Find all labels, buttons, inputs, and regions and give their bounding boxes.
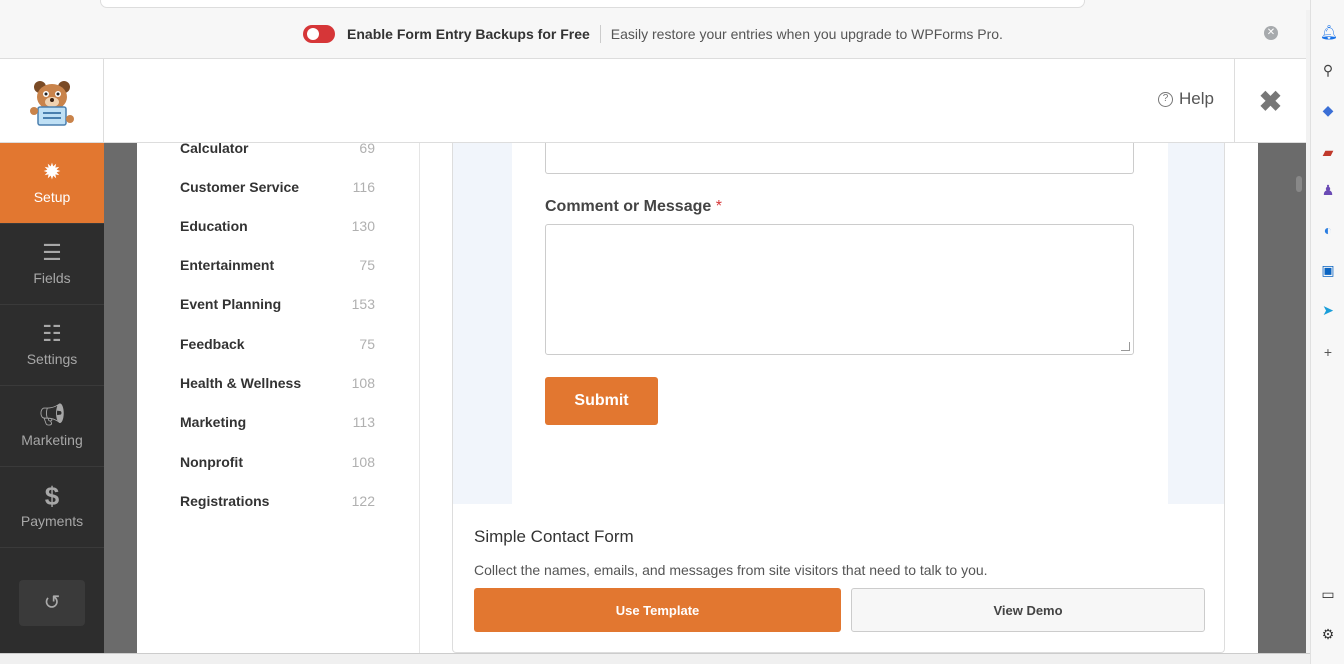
comment-field-label-text: Comment or Message [545,198,712,215]
category-count: 75 [359,336,375,352]
category-name: Feedback [180,336,245,352]
category-item[interactable]: Feedback 75 [180,336,380,352]
category-count: 108 [351,454,375,470]
sidebar-item-label: Fields [33,270,71,286]
help-label: Help [1179,89,1214,108]
settings-gear-icon[interactable]: ⚙ [1320,626,1336,642]
sidebar-item-label: Setup [33,189,71,205]
category-item[interactable]: Marketing 113 [180,414,380,430]
category-name: Calculator [180,140,249,156]
category-name: Education [180,218,248,234]
add-icon[interactable]: + [1320,344,1336,360]
category-name: Nonprofit [180,454,243,470]
address-bar-edge [100,0,1085,8]
browser-top-bar [0,0,1310,10]
category-item[interactable]: Calculator 69 [180,140,380,156]
people-icon[interactable]: ♟ [1320,182,1336,198]
search-icon[interactable]: ⚲ [1320,62,1336,78]
category-count: 113 [352,414,375,430]
modal-overlay-left [104,143,137,653]
sliders-icon: ☷ [42,321,62,346]
banner-divider [599,25,601,43]
sidebar-item-marketing[interactable]: 📢︎ Marketing [0,386,104,467]
outlook-icon[interactable]: ▣ [1320,262,1336,278]
close-builder-button[interactable]: ✖ [1234,59,1306,143]
comment-textarea [545,224,1134,355]
category-list: Calculator 69 Customer Service 116 Educati… [137,140,420,653]
category-count: 122 [351,493,375,509]
category-item[interactable]: Health & Wellness 108 [180,375,380,391]
sidebar-item-fields[interactable]: ☰ Fields [0,224,104,305]
form-preview: Comment or Message * Submit [512,143,1168,504]
comment-field-label: Comment or Message * [545,198,722,216]
scrollbar-thumb[interactable] [1296,176,1302,192]
category-count: 108 [351,375,375,391]
preview-text-field [545,143,1134,174]
preview-submit-button: Submit [545,377,658,425]
tag-icon[interactable]: ◆ [1320,102,1336,118]
builder-header: ? Help ✖ [0,59,1306,143]
category-item[interactable]: Nonprofit 108 [180,454,380,470]
category-item[interactable]: Education 130 [180,218,380,234]
megaphone-icon: 📢︎ [38,402,66,427]
category-count: 130 [351,218,375,234]
sidebar-item-label: Marketing [21,432,83,448]
sidebar-item-label: Payments [20,513,84,529]
category-name: Marketing [180,414,247,430]
banner-subtitle: Easily restore your entries when you upg… [610,26,1003,42]
builder-sidebar: ✹ Setup ☰ Fields ☷ Settings 📢︎ Marketing… [0,143,104,653]
wpforms-logo [0,59,104,143]
template-preview-card: Comment or Message * Submit Simple Conta… [452,143,1225,653]
sidebar-item-label: Settings [26,351,78,367]
toolbox-icon[interactable]: ▰ [1320,144,1336,160]
sidebar-item-setup[interactable]: ✹ Setup [0,143,104,224]
help-icon: ? [1158,91,1174,107]
category-item[interactable]: Event Planning 153 [180,296,380,312]
banner-close-icon[interactable]: ✕ [1264,26,1278,40]
category-count: 116 [352,179,375,195]
help-button[interactable]: ? Help [1158,89,1214,109]
backup-toggle[interactable] [303,25,336,43]
view-demo-button[interactable]: View Demo [851,588,1205,632]
fields-list-icon: ☰ [42,240,62,265]
category-name: Event Planning [180,296,282,312]
category-name: Customer Service [180,179,300,195]
send-icon[interactable]: ➤ [1320,302,1336,318]
sidebar-item-payments[interactable]: $ Payments [0,467,104,548]
close-icon: ✖ [1258,85,1283,117]
form-preview-frame: Comment or Message * Submit [453,143,1224,504]
category-count: 153 [351,296,375,312]
required-marker: * [715,198,722,215]
bell-icon[interactable]: 🔔︎ [1320,24,1338,40]
dollar-icon: $ [44,481,60,511]
copilot-icon[interactable]: ◐ [1320,222,1336,238]
gear-icon: ✹ [42,159,62,184]
category-name: Health & Wellness [180,375,302,391]
category-name: Entertainment [180,257,275,273]
bottom-edge [0,653,1310,664]
bear-mascot-icon [29,81,74,126]
category-name: Registrations [180,493,270,509]
category-item[interactable]: Registrations 122 [180,493,380,509]
banner-title: Enable Form Entry Backups for Free [347,26,590,42]
modal-overlay-right [1258,143,1306,653]
use-template-button[interactable]: Use Template [474,588,841,632]
upsell-banner: Enable Form Entry Backups for Free Easil… [0,10,1306,59]
revisions-history-icon[interactable]: ↺ [19,580,85,626]
category-item[interactable]: Entertainment 75 [180,257,380,273]
category-count: 69 [359,140,375,156]
template-modal: Calculator 69 Customer Service 116 Educati… [137,140,1258,653]
sidebar-toggle-icon[interactable]: ▭ [1320,586,1336,602]
sidebar-item-settings[interactable]: ☷ Settings [0,305,104,386]
category-item[interactable]: Customer Service 116 [180,179,380,195]
browser-side-panel: 🔔︎ ⚲ ◆ ▰ ♟ ◐ ▣ ➤ + ▭ ⚙ [1310,0,1344,664]
template-title: Simple Contact Form [474,527,634,546]
category-count: 75 [359,257,375,273]
template-description: Collect the names, emails, and messages … [474,562,988,578]
